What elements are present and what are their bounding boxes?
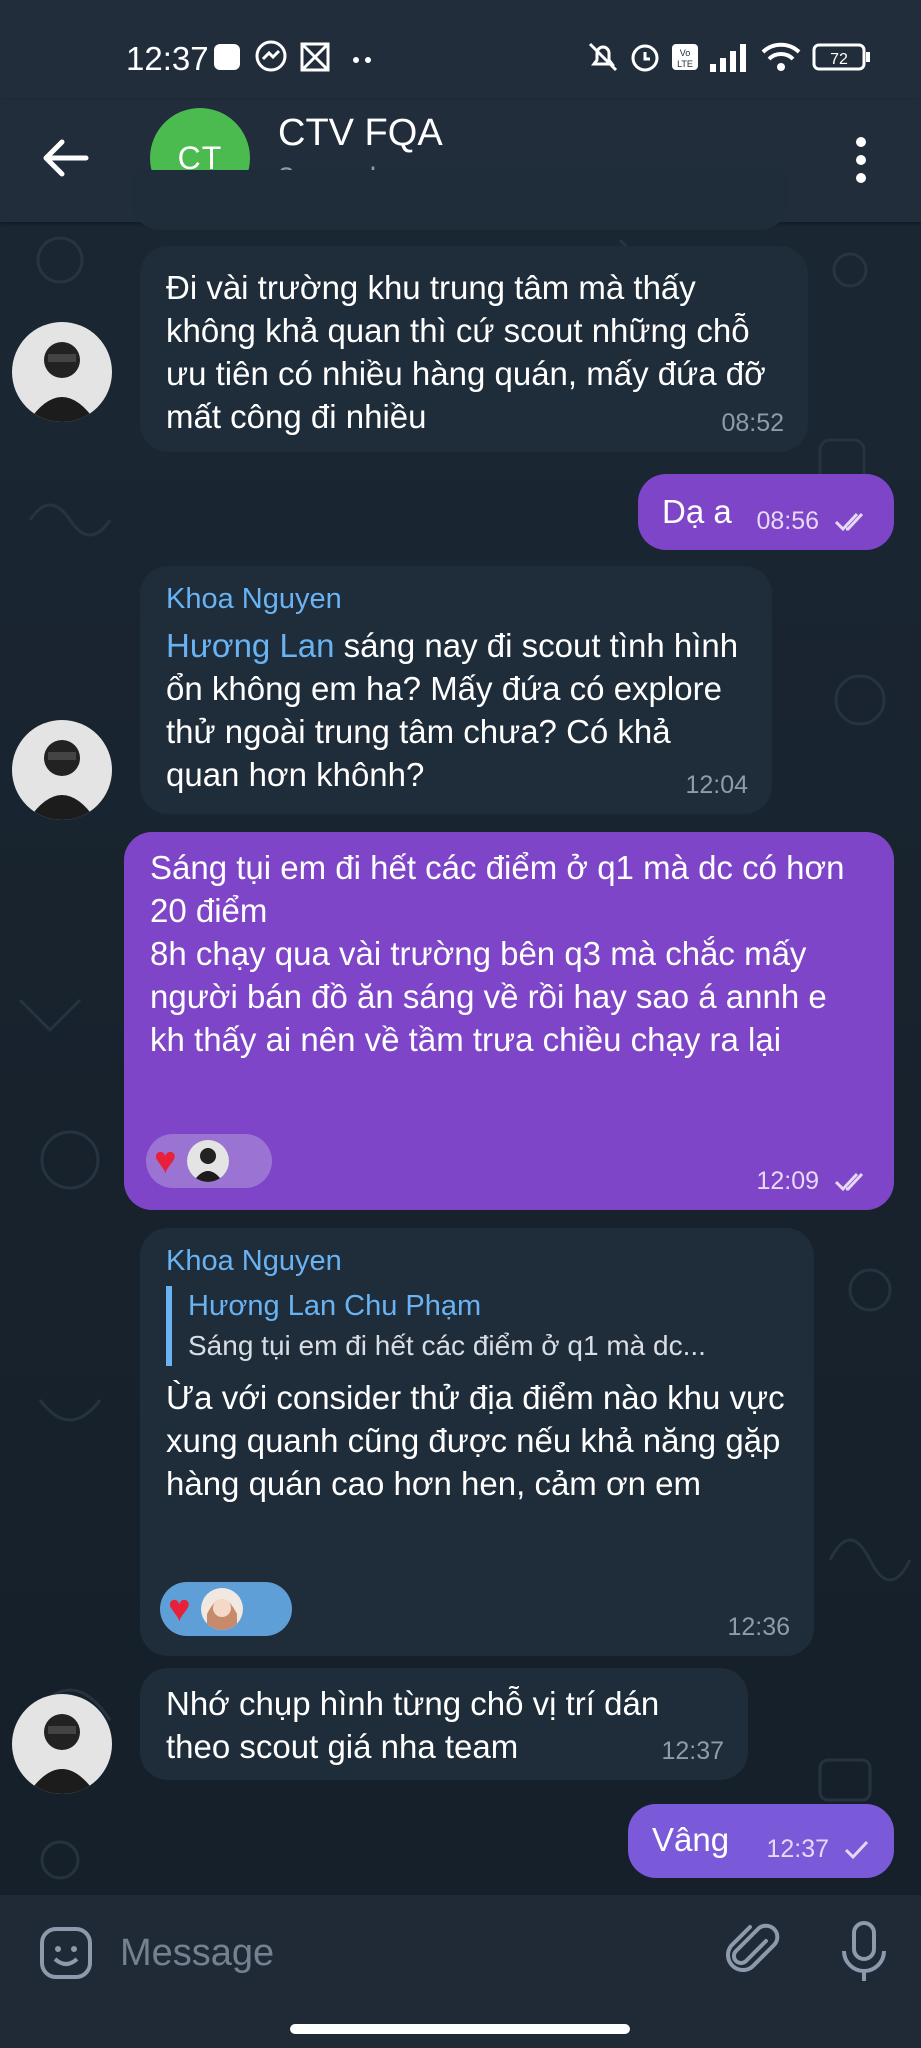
wifi-icon xyxy=(761,42,801,71)
battery-icon: 72 xyxy=(812,43,870,71)
message-text: Nhớ chụp hình từng chỗ vị trí dán theo s… xyxy=(166,1685,669,1765)
svg-text:Vo: Vo xyxy=(680,48,691,58)
status-time: 12:37 xyxy=(126,40,209,77)
chat-title[interactable]: CTV FQA xyxy=(278,112,443,155)
microphone-icon[interactable] xyxy=(836,1919,892,1985)
message-time: 12:37 xyxy=(661,1737,724,1765)
message-time: 12:04 xyxy=(685,771,748,799)
attach-paperclip-icon[interactable] xyxy=(726,1921,782,1981)
message-text: Đi vài trường khu trung tâm mà thấy khôn… xyxy=(166,269,775,435)
message-bubble-outgoing[interactable]: Dạ a 08:56 xyxy=(638,474,894,550)
back-arrow-icon[interactable] xyxy=(40,132,92,184)
more-dots-icon xyxy=(353,57,371,63)
reply-quote[interactable]: Hương Lan Chu Phạm Sáng tụi em đi hết cá… xyxy=(166,1286,788,1366)
message-bubble-incoming[interactable]: Nhớ chụp hình từng chỗ vị trí dán theo s… xyxy=(140,1668,748,1780)
mention-link[interactable]: Hương Lan xyxy=(166,627,335,664)
message-meta: 12:37 xyxy=(766,1834,870,1864)
svg-text:72: 72 xyxy=(830,51,848,68)
message-time: 08:56 xyxy=(756,507,820,535)
app-icon xyxy=(300,42,330,72)
double-check-icon xyxy=(834,1173,864,1192)
sender-avatar[interactable] xyxy=(12,322,112,422)
volte-icon: VoLTE xyxy=(672,44,698,70)
heart-reaction-icon: ♥ xyxy=(154,1140,177,1182)
heart-reaction-icon: ♥ xyxy=(168,1588,191,1630)
sender-avatar[interactable] xyxy=(12,1694,112,1794)
signal-icon xyxy=(710,44,746,72)
reply-quote-name: Hương Lan Chu Phạm xyxy=(188,1290,482,1322)
message-bubble-incoming[interactable]: Đi vài trường khu trung tâm mà thấy khôn… xyxy=(140,246,808,452)
emoji-icon[interactable] xyxy=(38,1925,94,1981)
message-text: Ừa với consider thử địa điểm nào khu vực… xyxy=(166,1379,794,1502)
reactor-avatar xyxy=(200,1588,243,1630)
home-indicator[interactable] xyxy=(290,2024,630,2034)
reaction-chip[interactable]: ♥ xyxy=(146,1134,272,1188)
reply-quote-text: Sáng tụi em đi hết các điểm ở q1 mà dc..… xyxy=(188,1330,706,1361)
sender-name[interactable]: Khoa Nguyen xyxy=(166,1242,788,1280)
alarm-icon xyxy=(631,44,659,72)
message-time: 12:09 xyxy=(756,1167,820,1195)
svg-text:LTE: LTE xyxy=(677,59,693,69)
gallery-icon xyxy=(214,44,240,70)
single-check-icon xyxy=(844,1841,869,1860)
message-meta: 12:09 xyxy=(756,1166,870,1196)
message-text: Hương Lan sáng nay đi scout tình hình ổn… xyxy=(166,624,746,796)
message-text: Sáng tụi em đi hết các điểm ở q1 mà dc c… xyxy=(150,849,845,1058)
messenger-icon xyxy=(255,40,287,72)
reactor-avatar xyxy=(186,1140,229,1182)
sender-avatar[interactable] xyxy=(12,720,112,820)
message-meta: 08:56 xyxy=(756,506,870,536)
reaction-chip[interactable]: ♥ xyxy=(160,1582,292,1636)
more-menu-icon[interactable] xyxy=(848,130,874,190)
message-input[interactable] xyxy=(118,1917,682,1989)
message-time: 12:36 xyxy=(727,1613,790,1641)
double-check-icon xyxy=(834,513,864,532)
message-time: 12:37 xyxy=(766,1835,830,1863)
message-bubble-outgoing[interactable]: Vâng 12:37 xyxy=(628,1804,894,1878)
partial-message-bubble xyxy=(132,170,788,230)
mute-icon xyxy=(588,42,618,72)
message-time: 08:52 xyxy=(721,409,784,437)
message-bubble-incoming[interactable]: Khoa Nguyen Hương Lan sáng nay đi scout … xyxy=(140,566,772,814)
sender-name[interactable]: Khoa Nguyen xyxy=(166,580,746,618)
